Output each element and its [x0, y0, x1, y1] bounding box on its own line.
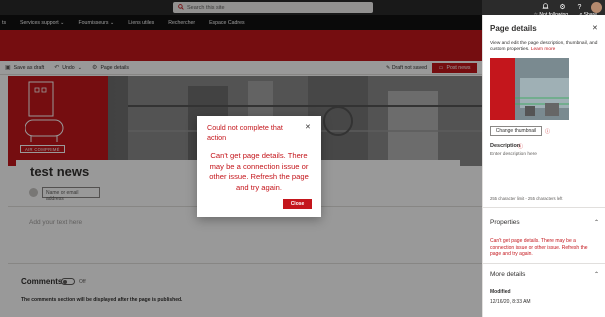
panel-title: Page details	[490, 24, 537, 33]
close-icon[interactable]: ✕	[305, 123, 311, 131]
panel-description: View and edit the page description, thum…	[490, 41, 598, 53]
close-button[interactable]: Close	[283, 199, 312, 209]
dialog-title: Could not complete that action	[207, 123, 283, 142]
modified-label: Modified	[490, 289, 511, 295]
help-icon[interactable]: ?	[575, 3, 584, 12]
chevron-up-icon[interactable]: ⌃	[594, 271, 599, 278]
description-label: Description	[490, 143, 521, 149]
description-input[interactable]: Enter description here	[490, 152, 537, 157]
dialog-message: Can't get page details. There may be a c…	[209, 151, 309, 192]
properties-section-header[interactable]: Properties	[490, 219, 520, 226]
panel-divider	[483, 263, 605, 264]
chevron-up-icon[interactable]: ⌃	[594, 219, 599, 226]
more-details-section-header[interactable]: More details	[490, 271, 525, 278]
close-icon[interactable]: ✕	[592, 24, 598, 32]
gear-icon[interactable]: ⚙	[558, 3, 567, 12]
learn-more-link[interactable]: Learn more	[531, 47, 556, 52]
properties-error: Can't get page details. There may be a c…	[490, 238, 588, 257]
info-icon[interactable]: ⓘ	[545, 128, 550, 135]
info-icon[interactable]: ⓘ	[518, 143, 523, 150]
notifications-icon[interactable]	[541, 3, 550, 12]
character-limit: 255 character limit - 255 characters lef…	[490, 196, 563, 201]
panel-divider	[483, 207, 605, 208]
modified-value: 12/16/20, 8:33 AM	[490, 299, 531, 305]
thumbnail-brand-block	[490, 58, 515, 120]
change-thumbnail-button[interactable]: Change thumbnail	[490, 126, 542, 136]
